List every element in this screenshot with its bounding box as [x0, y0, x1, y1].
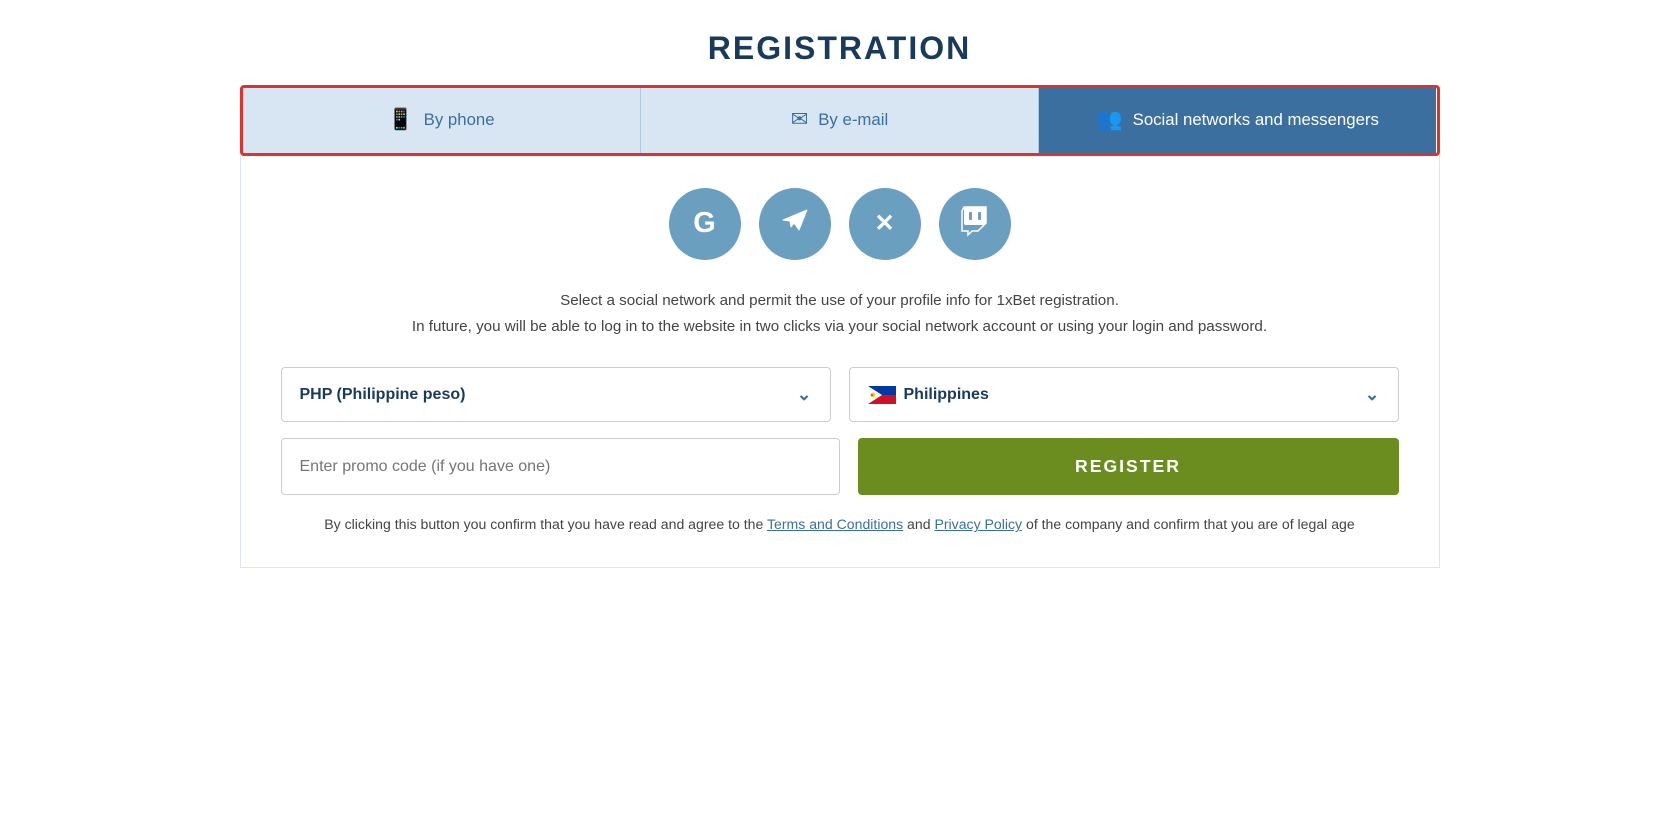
country-chevron-icon: ⌄: [1365, 384, 1380, 405]
telegram-login-button[interactable]: [759, 188, 831, 260]
twitch-login-button[interactable]: [939, 188, 1011, 260]
register-button[interactable]: REGISTER: [858, 438, 1399, 495]
country-value-wrapper: ★ Philippines: [868, 386, 989, 404]
terms-text-before: By clicking this button you confirm that…: [324, 516, 767, 532]
philippines-flag-icon: ★: [868, 386, 896, 404]
social-icons-row: G ✕: [281, 188, 1399, 260]
terms-text-after: of the company and confirm that you are …: [1022, 516, 1355, 532]
description-line2: In future, you will be able to log in to…: [281, 314, 1399, 340]
twitch-icon: [958, 203, 992, 244]
currency-chevron-icon: ⌄: [797, 384, 812, 405]
promo-register-row: REGISTER: [281, 438, 1399, 495]
content-area: G ✕: [240, 156, 1440, 569]
tab-by-email-label: By e-mail: [818, 110, 888, 130]
description-line1: Select a social network and permit the u…: [281, 288, 1399, 314]
tab-bar: 📱 By phone ✉ By e-mail 👥 Social networks…: [240, 85, 1440, 156]
currency-select[interactable]: PHP (Philippine peso) ⌄: [281, 367, 831, 422]
tab-social-label: Social networks and messengers: [1133, 110, 1379, 130]
google-icon: G: [693, 207, 715, 240]
tab-by-email[interactable]: ✉ By e-mail: [641, 88, 1039, 153]
form-row-currency-country: PHP (Philippine peso) ⌄ ★ Philippines ⌄: [281, 367, 1399, 422]
tab-by-phone-label: By phone: [424, 110, 495, 130]
telegram-icon: [777, 202, 813, 245]
terms-and-conditions-link[interactable]: Terms and Conditions: [767, 516, 903, 532]
page-title: REGISTRATION: [240, 30, 1440, 67]
social-icon: 👥: [1097, 110, 1123, 131]
google-login-button[interactable]: G: [669, 188, 741, 260]
privacy-policy-link[interactable]: Privacy Policy: [934, 516, 1022, 532]
page-container: REGISTRATION 📱 By phone ✉ By e-mail 👥 So…: [240, 30, 1440, 568]
terms-text: By clicking this button you confirm that…: [281, 513, 1399, 537]
terms-text-and: and: [903, 516, 934, 532]
country-select[interactable]: ★ Philippines ⌄: [849, 367, 1399, 422]
country-label: Philippines: [904, 386, 989, 404]
x-icon: ✕: [874, 209, 894, 238]
currency-value: PHP (Philippine peso): [300, 386, 466, 404]
promo-code-input[interactable]: [281, 438, 840, 495]
tab-social[interactable]: 👥 Social networks and messengers: [1039, 88, 1436, 153]
tab-by-phone[interactable]: 📱 By phone: [243, 88, 641, 153]
social-description: Select a social network and permit the u…: [281, 288, 1399, 340]
svg-text:★: ★: [869, 393, 873, 397]
x-login-button[interactable]: ✕: [849, 188, 921, 260]
phone-icon: 📱: [388, 110, 414, 131]
email-icon: ✉: [791, 110, 808, 131]
